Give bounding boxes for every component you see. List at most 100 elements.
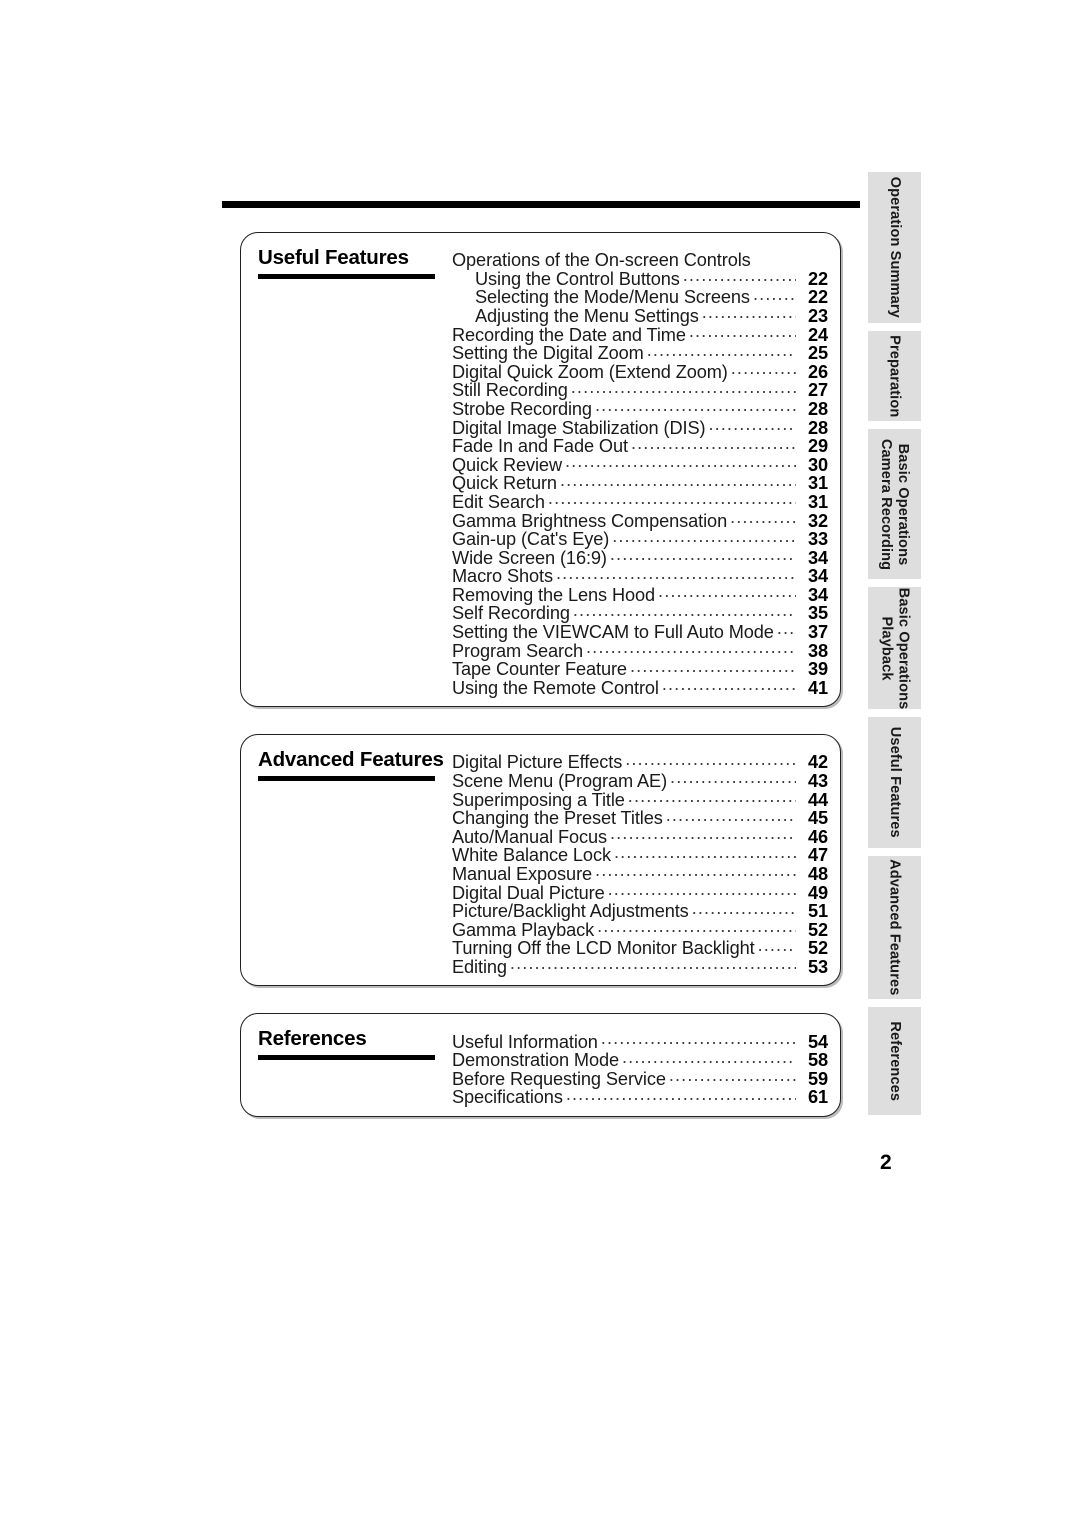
toc-entry-page-number: 54: [807, 1031, 828, 1052]
toc-entry[interactable]: Digital Dual Picture 49: [452, 880, 828, 901]
toc-section-title: Advanced Features: [258, 748, 444, 772]
toc-entry-label: Using the Control Buttons: [475, 268, 680, 289]
toc-entry[interactable]: Demonstration Mode 58: [452, 1048, 828, 1071]
side-tab-label: Useful Features: [886, 727, 903, 838]
toc-entry-page-number: 27: [807, 380, 828, 401]
toc-dot-leader: [689, 322, 796, 340]
toc-entry[interactable]: Selecting the Mode/Menu Screens22: [452, 285, 828, 306]
toc-entry[interactable]: Before Requesting Service59: [452, 1067, 828, 1088]
toc-entry[interactable]: Scene Menu (Program AE)43: [452, 769, 828, 792]
toc-entry[interactable]: Digital Quick Zoom (Extend Zoom)26: [452, 360, 828, 382]
toc-entry[interactable]: Tape Counter Feature 39: [452, 657, 828, 680]
toc-entry-label: Setting the Digital Zoom: [452, 343, 644, 364]
toc-entry-page-number: 61: [807, 1087, 828, 1108]
toc-entry-label: Gain-up (Cat's Eye): [452, 529, 610, 550]
toc-entry-label: Quick Return: [452, 473, 557, 494]
toc-dot-leader: [595, 862, 796, 880]
toc-entry[interactable]: Self Recording 35: [452, 601, 828, 624]
toc-entry-label: Specifications: [452, 1087, 563, 1108]
side-tab-label: Advanced Features: [886, 859, 903, 995]
side-tab[interactable]: Basic Operations Camera Recording: [868, 429, 921, 579]
side-tab-line1: References: [886, 1021, 903, 1101]
toc-entry[interactable]: Operations of the On-screen Controls: [452, 248, 828, 269]
toc-entry-page-number: 34: [807, 584, 828, 605]
toc-entry-label: Using the Remote Control: [452, 677, 659, 698]
toc-section-box: Useful Features Operations of the On-scre…: [240, 232, 841, 708]
toc-entry-label: Edit Search: [452, 491, 545, 512]
side-tab[interactable]: Basic Operations Playback: [868, 587, 921, 709]
toc-entry[interactable]: Still Recording 27: [452, 378, 828, 401]
toc-entry[interactable]: Using the Remote Control 41: [452, 676, 828, 698]
toc-entry[interactable]: Adjusting the Menu Settings 23: [452, 304, 828, 325]
toc-entry[interactable]: Recording the Date and Time24: [452, 322, 828, 343]
toc-entry[interactable]: Digital Image Stabilization (DIS)28: [452, 415, 828, 436]
toc-entry[interactable]: Turning Off the LCD Monitor Backlight52: [452, 936, 828, 957]
toc-entry-label: Quick Review: [452, 454, 562, 475]
toc-entry[interactable]: Auto/Manual Focus 46: [452, 825, 828, 847]
toc-entry-label: White Balance Lock: [452, 845, 611, 866]
toc-dot-leader: [610, 825, 796, 843]
side-tab[interactable]: Useful Features: [868, 717, 921, 848]
toc-entry-label: Digital Picture Effects: [452, 752, 623, 773]
toc-entry[interactable]: Quick Review 30: [452, 453, 828, 475]
toc-entry-label: Gamma Playback: [452, 919, 595, 940]
toc-dot-leader: [631, 434, 796, 452]
toc-entry[interactable]: Changing the Preset Titles45: [452, 806, 828, 827]
toc-entry[interactable]: Gain-up (Cat's Eye) 33: [452, 527, 828, 550]
manual-page: Useful Features Operations of the On-scre…: [0, 0, 1080, 1528]
toc-entry[interactable]: Strobe Recording 28: [452, 397, 828, 418]
toc-entry-page-number: 35: [807, 603, 828, 624]
toc-entry-page-number: 26: [807, 361, 828, 382]
toc-dot-leader: [556, 564, 796, 582]
toc-entry[interactable]: Fade In and Fade Out29: [452, 434, 828, 455]
toc-entry-page-number: 46: [807, 826, 828, 847]
toc-entry[interactable]: Picture/Backlight Adjustments51: [452, 899, 828, 920]
toc-dot-leader: [692, 899, 796, 917]
toc-dot-leader: [666, 806, 796, 824]
toc-entry-page-number: 28: [807, 417, 828, 438]
side-tab-line1: Operation Summary: [886, 176, 903, 319]
toc-entry[interactable]: Removing the Lens Hood34: [452, 583, 828, 605]
toc-entry[interactable]: Setting the Digital Zoom 25: [452, 341, 828, 364]
toc-entry[interactable]: Edit Search 31: [452, 490, 828, 512]
toc-entry[interactable]: Useful Information 54: [452, 1029, 828, 1050]
toc-entry[interactable]: Quick Return 31: [452, 471, 828, 494]
toc-entry[interactable]: Gamma Playback 52: [452, 918, 828, 940]
toc-entry-page-number: 42: [807, 752, 828, 773]
toc-entry[interactable]: Manual Exposure 48: [452, 862, 828, 884]
toc-entry-label: Macro Shots: [452, 566, 553, 587]
side-tab-line2: Playback: [878, 615, 895, 681]
toc-entry-page-number: 58: [807, 1050, 828, 1071]
toc-dot-leader: [571, 378, 796, 396]
toc-entry[interactable]: Program Search 38: [452, 638, 828, 659]
side-tab[interactable]: Advanced Features: [868, 856, 921, 999]
toc-entry[interactable]: Using the Control Buttons 22: [452, 267, 828, 289]
toc-entry-page-number: 43: [807, 771, 828, 792]
toc-entry-page-number: 24: [807, 324, 828, 345]
toc-entry[interactable]: White Balance Lock 47: [452, 843, 828, 866]
toc-entry-page-number: 25: [807, 343, 828, 364]
toc-entry[interactable]: Specifications 61: [452, 1085, 828, 1108]
toc-entry[interactable]: Setting the VIEWCAM to Full Auto Mode37: [452, 620, 828, 641]
side-tab[interactable]: Preparation: [868, 331, 921, 421]
toc-entry-page-number: 31: [807, 491, 828, 512]
toc-entry-list: Useful Information 54 Demonstration Mode 58…: [452, 1028, 840, 1108]
toc-entry[interactable]: Superimposing a Title 44: [452, 787, 828, 808]
side-tab[interactable]: References: [868, 1007, 921, 1115]
toc-section-underline: [258, 273, 435, 279]
toc-dot-leader: [586, 638, 796, 656]
toc-dot-leader: [601, 1029, 796, 1047]
toc-entry[interactable]: Macro Shots 34: [452, 564, 828, 587]
toc-entry[interactable]: Wide Screen (16:9)34: [452, 546, 828, 567]
toc-entry-page-number: 48: [807, 864, 828, 884]
side-tab-label: Basic Operations Playback: [878, 587, 912, 709]
toc-entry[interactable]: Digital Picture Effects 42: [452, 750, 828, 773]
side-tab[interactable]: Operation Summary: [868, 172, 921, 323]
toc-entry[interactable]: Gamma Brightness Compensation32: [452, 508, 828, 529]
toc-dot-leader: [595, 397, 796, 415]
toc-dot-leader: [658, 583, 796, 601]
side-tab-line1: Basic Operations: [895, 587, 912, 709]
toc-entry-page-number: 39: [807, 659, 828, 680]
toc-entry-page-number: 41: [807, 677, 828, 698]
toc-dot-leader: [548, 490, 796, 508]
